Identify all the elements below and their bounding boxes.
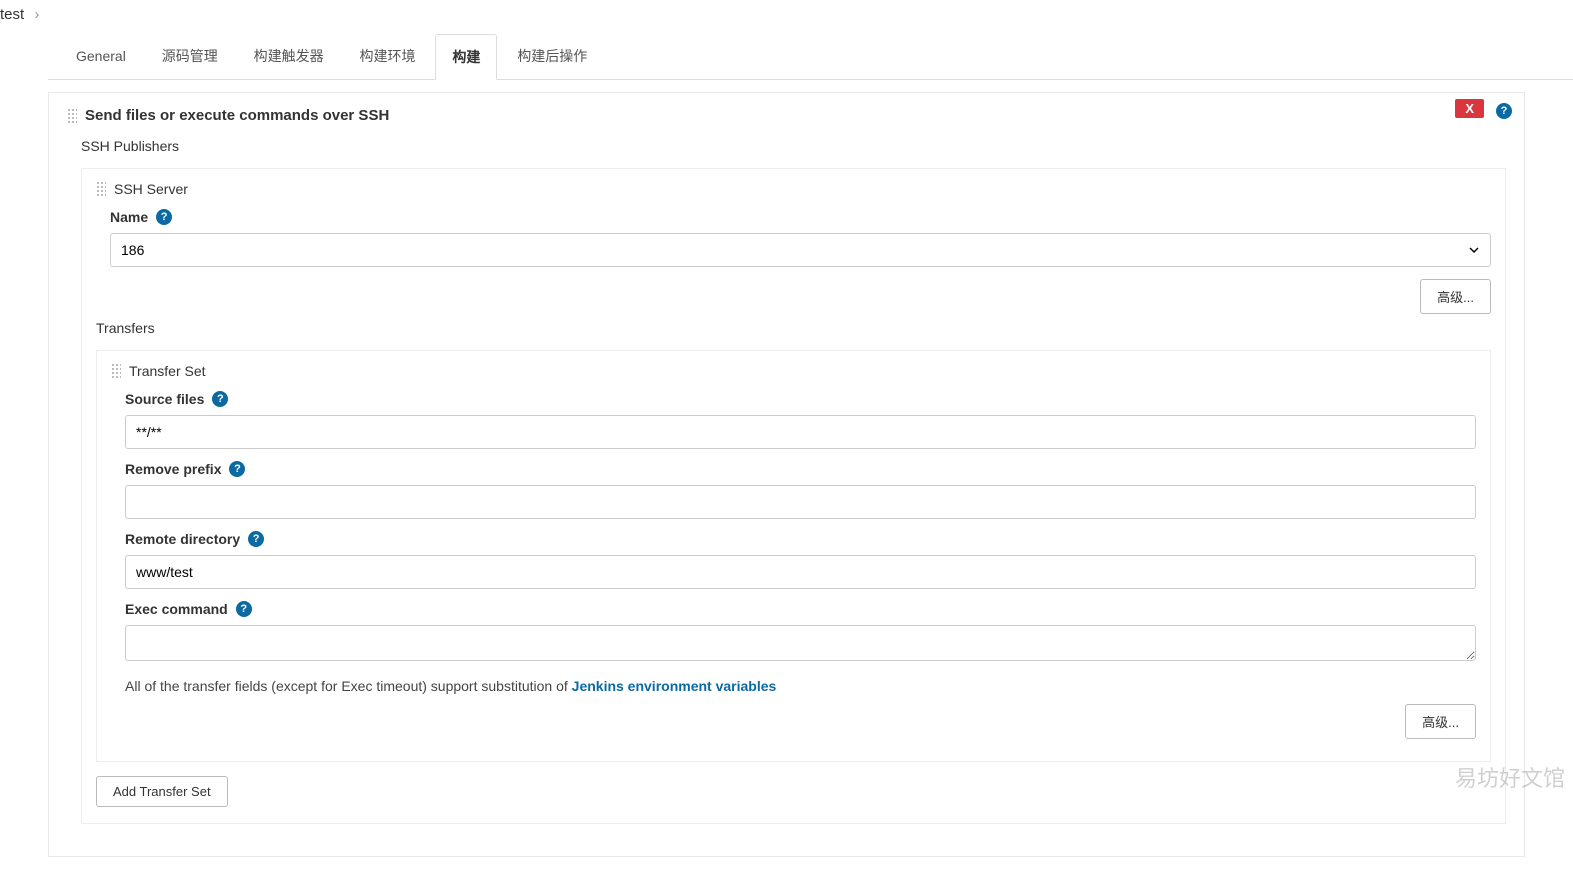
tabs: General 源码管理 构建触发器 构建环境 构建 构建后操作 (48, 33, 1573, 80)
breadcrumb-separator: › (34, 6, 39, 23)
drag-handle-icon[interactable] (67, 108, 77, 124)
remove-prefix-field: Remove prefix ? (125, 461, 1476, 519)
source-files-input[interactable] (125, 415, 1476, 449)
name-label: Name ? (110, 209, 1491, 225)
name-field: Name ? 186 (110, 209, 1491, 267)
exec-command-label: Exec command ? (125, 601, 1476, 617)
env-variables-link[interactable]: Jenkins environment variables (572, 678, 777, 694)
source-files-label: Source files ? (125, 391, 1476, 407)
name-select[interactable]: 186 (110, 233, 1491, 267)
advanced-button[interactable]: 高级... (1420, 279, 1491, 314)
exec-command-field: Exec command ? (125, 601, 1476, 664)
tab-postbuild[interactable]: 构建后操作 (501, 34, 603, 78)
source-files-field: Source files ? (125, 391, 1476, 449)
ssh-section: X ? Send files or execute commands over … (48, 92, 1525, 857)
ssh-publishers-label: SSH Publishers (81, 138, 1506, 154)
tab-scm[interactable]: 源码管理 (146, 34, 234, 78)
drag-handle-icon[interactable] (111, 363, 121, 379)
transfer-advanced-row: 高级... (111, 704, 1476, 739)
remove-prefix-input[interactable] (125, 485, 1476, 519)
section-title: Send files or execute commands over SSH (67, 107, 1506, 124)
help-icon[interactable]: ? (236, 601, 252, 617)
transfers-label: Transfers (96, 320, 1491, 336)
transfer-set-group: Transfer Set Source files ? Remove prefi… (96, 350, 1491, 762)
remote-dir-input[interactable] (125, 555, 1476, 589)
ssh-server-title: SSH Server (96, 181, 1491, 197)
ssh-server-group: SSH Server Name ? 186 高级... Transfers Tr… (81, 168, 1506, 824)
help-icon[interactable]: ? (248, 531, 264, 547)
remote-dir-field: Remote directory ? (125, 531, 1476, 589)
add-transfer-set-button[interactable]: Add Transfer Set (96, 776, 228, 807)
content: X ? Send files or execute commands over … (0, 80, 1573, 877)
remote-dir-label: Remote directory ? (125, 531, 1476, 547)
exec-command-textarea[interactable] (125, 625, 1476, 661)
help-icon[interactable]: ? (212, 391, 228, 407)
breadcrumb-item[interactable]: test (0, 6, 24, 23)
drag-handle-icon[interactable] (96, 181, 106, 197)
transfer-hint: All of the transfer fields (except for E… (125, 678, 1476, 694)
help-icon[interactable]: ? (156, 209, 172, 225)
tab-general[interactable]: General (60, 36, 142, 76)
advanced-button[interactable]: 高级... (1405, 704, 1476, 739)
tab-build[interactable]: 构建 (435, 34, 497, 80)
delete-button[interactable]: X (1455, 99, 1484, 118)
remove-prefix-label: Remove prefix ? (125, 461, 1476, 477)
tab-triggers[interactable]: 构建触发器 (238, 34, 340, 78)
tab-env[interactable]: 构建环境 (343, 34, 431, 78)
help-icon[interactable]: ? (1496, 103, 1512, 119)
ssh-advanced-row: 高级... (96, 279, 1491, 314)
help-icon[interactable]: ? (229, 461, 245, 477)
breadcrumb: test › (0, 0, 1573, 33)
add-transfer-row: Add Transfer Set (96, 776, 1491, 807)
section-title-text: Send files or execute commands over SSH (85, 107, 389, 124)
transfer-set-title: Transfer Set (111, 363, 1476, 379)
